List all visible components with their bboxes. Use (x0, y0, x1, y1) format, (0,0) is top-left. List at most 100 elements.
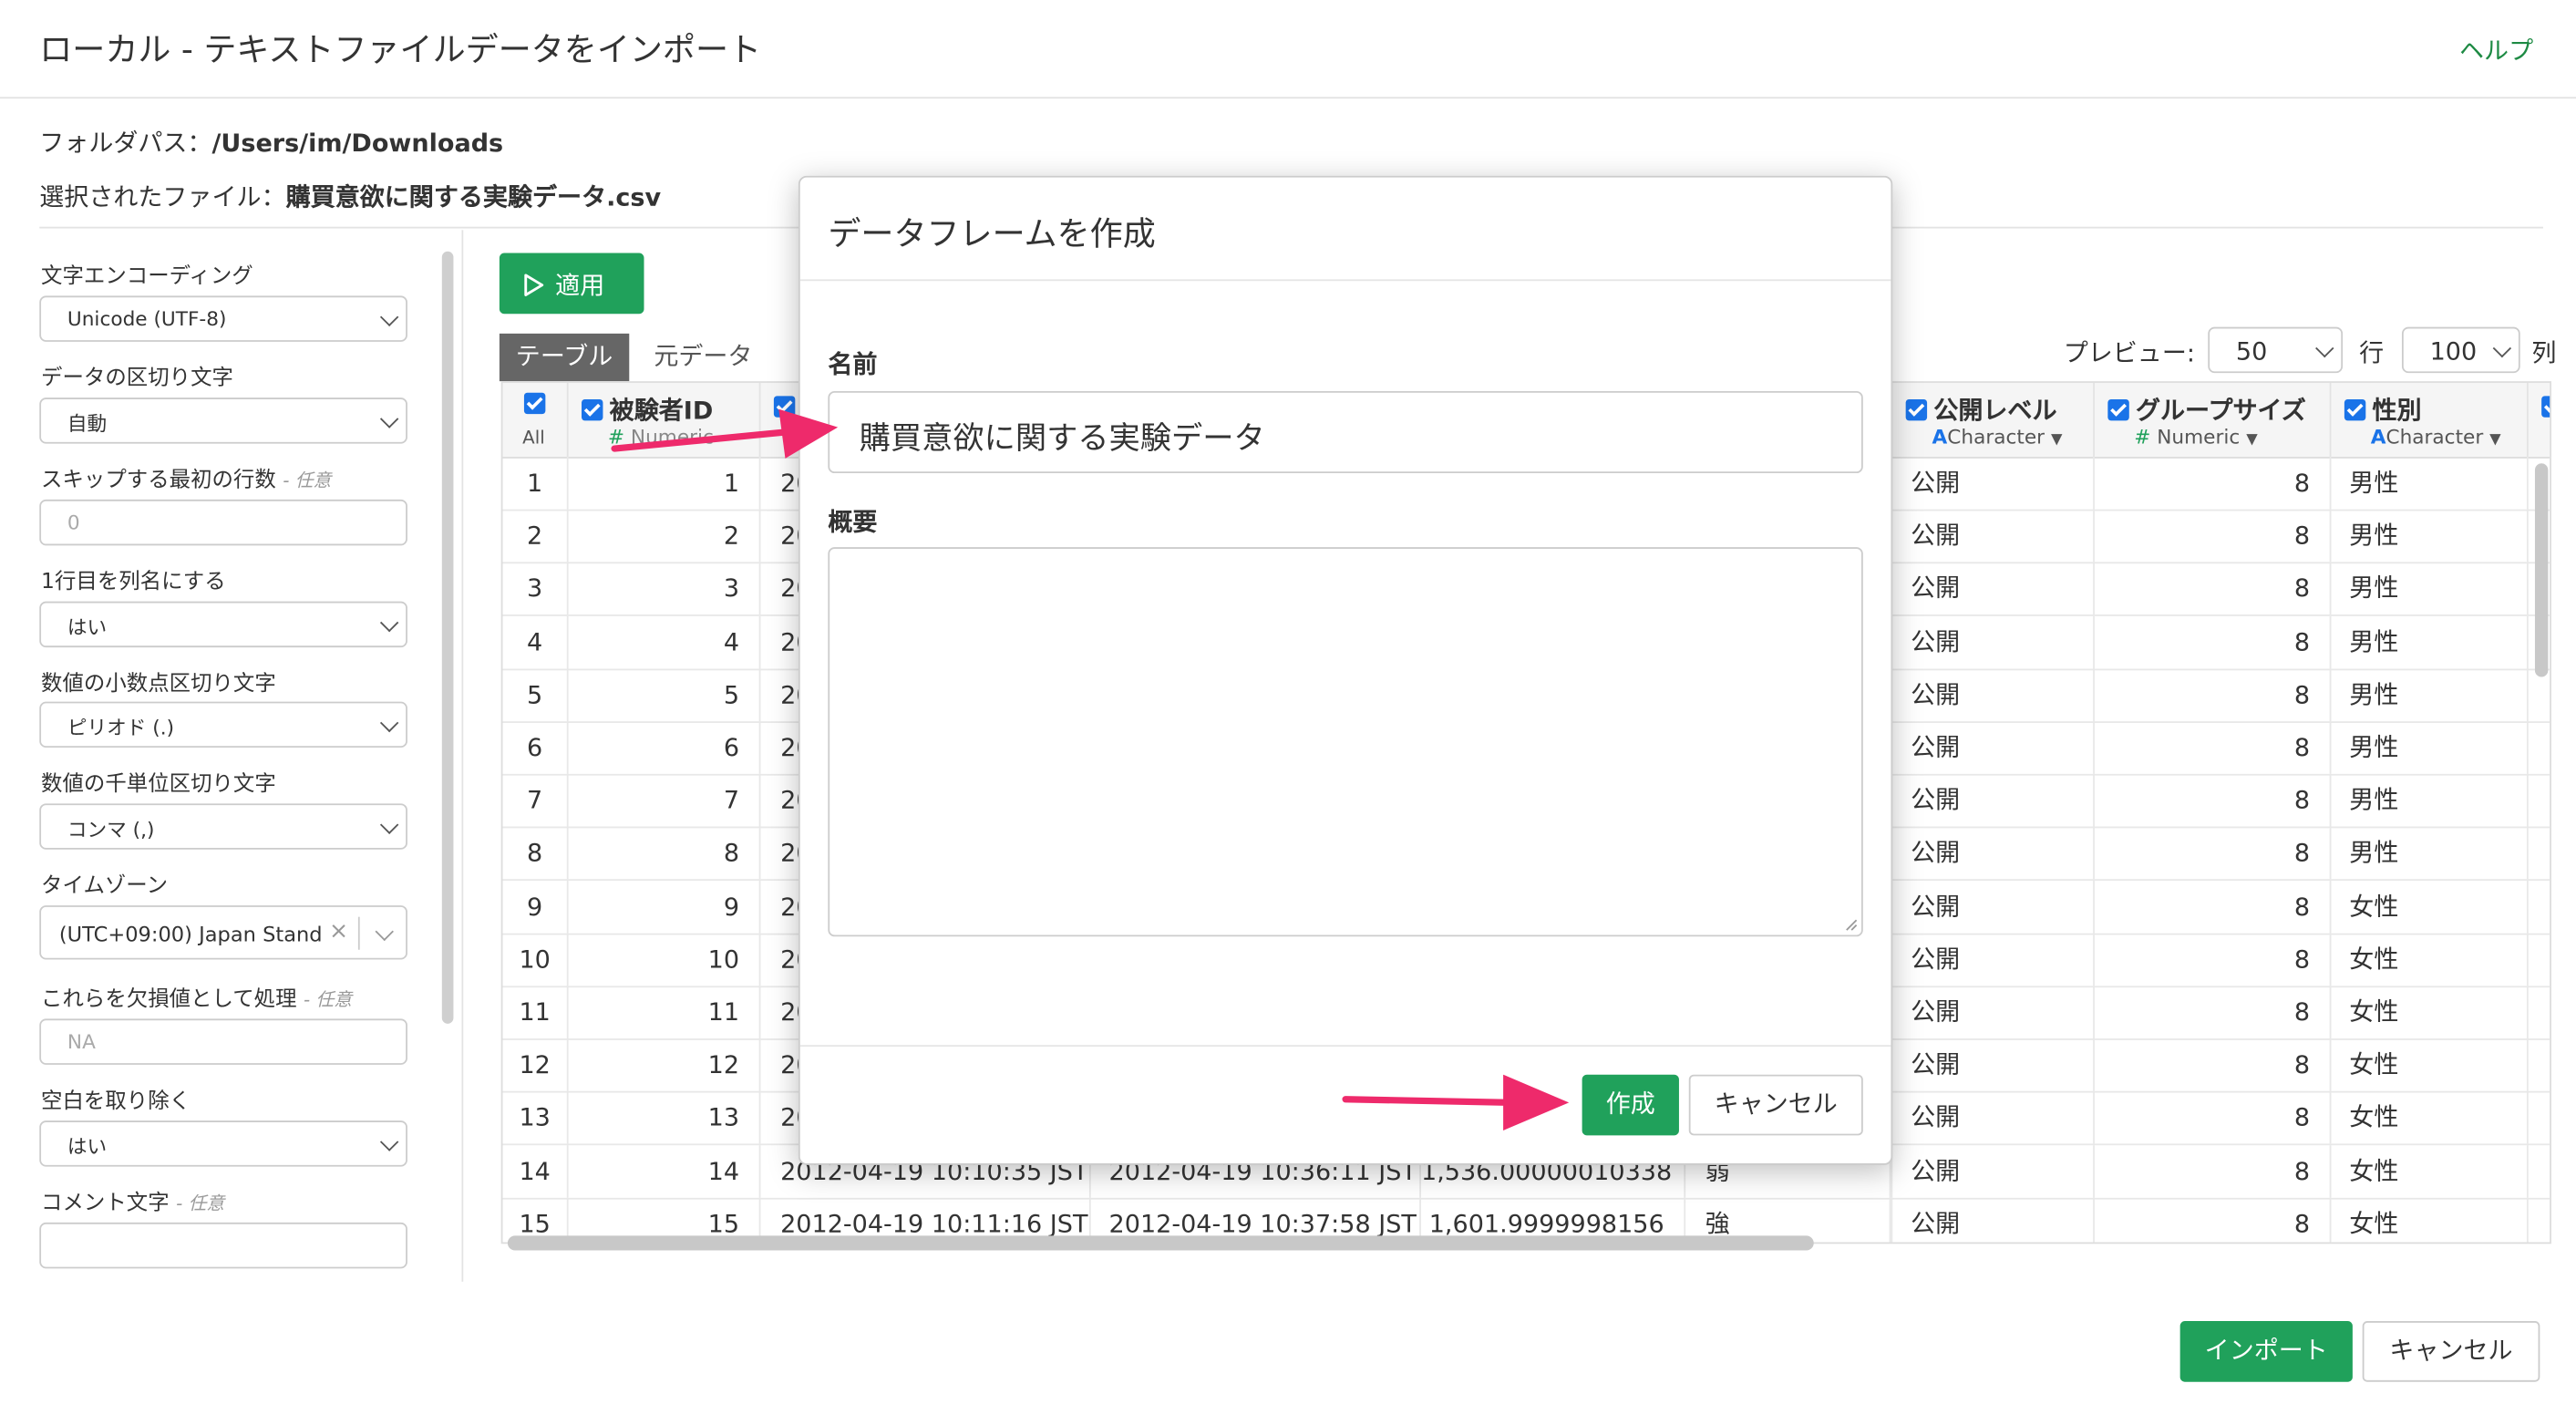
preview-rows-select[interactable]: 50 (2208, 326, 2344, 374)
subject-id-cell: 3 (569, 563, 761, 615)
column-checkbox[interactable] (1905, 398, 1928, 421)
group-size-cell: 8 (2095, 563, 2332, 615)
selected-file: 選択されたファイル：購買意欲に関する実験データ.csv (39, 179, 661, 213)
subject-id-cell: 10 (569, 933, 761, 986)
na-label-text: これらを欠損値として処理 (41, 987, 297, 1013)
row-number: 7 (503, 774, 569, 827)
group-size-cell: 8 (2095, 1197, 2332, 1243)
gender-cell: 女性 (2331, 1197, 2529, 1243)
gender-cell: 女性 (2331, 933, 2529, 986)
column-type-text: Character (2385, 425, 2484, 449)
row-number: 13 (503, 1091, 569, 1145)
hash-icon: # (2134, 425, 2151, 449)
gender-cell: 女性 (2331, 1038, 2529, 1092)
public-level-cell: 公開 (1891, 1091, 2095, 1145)
public-level-cell: 公開 (1891, 880, 2095, 933)
name-input[interactable]: 購買意欲に関する実験データ (828, 390, 1863, 474)
folder-path-value: /Users/im/Downloads (211, 128, 504, 159)
subject-id-cell: 2 (569, 510, 761, 563)
column-name: グループサイズ (2107, 393, 2306, 428)
subject-id-cell: 11 (569, 986, 761, 1039)
column-checkbox[interactable] (2541, 396, 2550, 418)
tab-table[interactable]: テーブル (499, 333, 630, 382)
public-level-cell: 公開 (1891, 615, 2095, 668)
annotation-arrow-name (611, 408, 839, 459)
header-row-label: 1行目を列名にする (41, 570, 226, 595)
subject-id-cell: 12 (569, 1038, 761, 1092)
public-level-cell: 公開 (1891, 986, 2095, 1039)
subject-id-cell: 6 (569, 721, 761, 774)
column-type[interactable]: # Numeric ▼ (2134, 426, 2257, 449)
caret-down-icon: ▼ (2050, 432, 2063, 449)
gender-cell: 女性 (2331, 880, 2529, 933)
column-header-public-level[interactable]: 公開レベル ACharacter ▼ (1891, 382, 2095, 458)
grid-vertical-scrollbar[interactable] (2534, 463, 2549, 677)
description-label: 概要 (828, 507, 878, 538)
row-number: 3 (503, 563, 569, 615)
gender-cell: 男性 (2331, 774, 2529, 827)
column-type[interactable]: ACharacter ▼ (1932, 426, 2063, 449)
select-all-checkbox[interactable] (523, 392, 546, 415)
row-number: 1 (503, 457, 569, 510)
encoding-select[interactable]: Unicode (UTF-8) (39, 295, 407, 342)
create-button[interactable]: 作成 (1582, 1074, 1679, 1136)
column-checkbox[interactable] (582, 398, 603, 421)
gender-cell: 男性 (2331, 668, 2529, 721)
row-number: 10 (503, 933, 569, 986)
apply-label: 適用 (555, 271, 605, 301)
column-header-gender[interactable]: 性別 ACharacter ▼ (2331, 382, 2529, 458)
settings-scrollbar[interactable] (441, 251, 454, 1024)
preview-cols-select[interactable]: 100 (2401, 326, 2520, 374)
timezone-select[interactable]: (UTC+09:00) Japan Standard × (39, 905, 407, 960)
column-checkbox[interactable] (2107, 398, 2129, 421)
grid-horizontal-scrollbar[interactable] (507, 1235, 1814, 1251)
chevron-down-icon (379, 307, 399, 327)
apply-button[interactable]: 適用 (499, 253, 644, 315)
trim-select[interactable]: はい (39, 1120, 407, 1167)
help-link[interactable]: ヘルプ (2459, 33, 2533, 67)
decimal-select[interactable]: ピリオド (.) (39, 701, 407, 748)
group-size-cell: 8 (2095, 668, 2332, 721)
column-type[interactable]: ACharacter ▼ (2371, 426, 2501, 449)
subject-id-cell: 14 (569, 1144, 761, 1198)
column-header-group-size[interactable]: グループサイズ # Numeric ▼ (2095, 382, 2332, 458)
public-level-cell: 公開 (1891, 1197, 2095, 1243)
description-textarea[interactable] (828, 547, 1863, 937)
preview-cols-value: 100 (2429, 336, 2478, 366)
character-type-icon: A (2370, 425, 2386, 449)
optional-tag: - 任意 (176, 1192, 225, 1214)
comment-label: コメント文字 - 任意 (41, 1184, 225, 1216)
clear-icon[interactable]: × (329, 918, 348, 945)
column-checkbox[interactable] (2344, 398, 2366, 421)
header-row-select[interactable]: はい (39, 601, 407, 648)
header-row-value: はい (67, 615, 108, 640)
footer-cancel-button[interactable]: キャンセル (2362, 1321, 2540, 1382)
group-size-cell: 8 (2095, 774, 2332, 827)
dialog-cancel-button[interactable]: キャンセル (1688, 1074, 1863, 1136)
select-all-column: All (503, 382, 569, 458)
column-type-text: Numeric (2157, 425, 2241, 449)
comment-label-text: コメント文字 (41, 1191, 170, 1216)
na-input[interactable]: NA (39, 1018, 407, 1065)
trim-label: 空白を取り除く (41, 1089, 191, 1114)
row-number: 8 (503, 827, 569, 880)
skip-rows-input[interactable]: 0 (39, 499, 407, 546)
group-size-cell: 8 (2095, 933, 2332, 986)
panel-divider (461, 230, 464, 1282)
chevron-down-icon (379, 613, 399, 633)
tab-raw-data[interactable]: 元データ (654, 334, 752, 381)
comment-input[interactable] (39, 1222, 407, 1269)
resize-handle-icon[interactable] (1845, 918, 1858, 931)
row-number: 14 (503, 1144, 569, 1198)
group-size-cell: 8 (2095, 1091, 2332, 1145)
selected-file-value: 購買意欲に関する実験データ.csv (285, 182, 662, 212)
delimiter-select[interactable]: 自動 (39, 397, 407, 444)
name-label: 名前 (828, 349, 878, 380)
dialog-title: データフレームを作成 (828, 213, 1156, 253)
preview-label: プレビュー: (2063, 338, 2195, 368)
timezone-label: タイムゾーン (41, 873, 169, 899)
dialog-footer-divider (799, 1045, 1891, 1048)
thousands-select[interactable]: コンマ (,) (39, 803, 407, 850)
import-button[interactable]: インポート (2179, 1321, 2353, 1382)
encoding-label: 文字エンコーディング (41, 264, 253, 290)
